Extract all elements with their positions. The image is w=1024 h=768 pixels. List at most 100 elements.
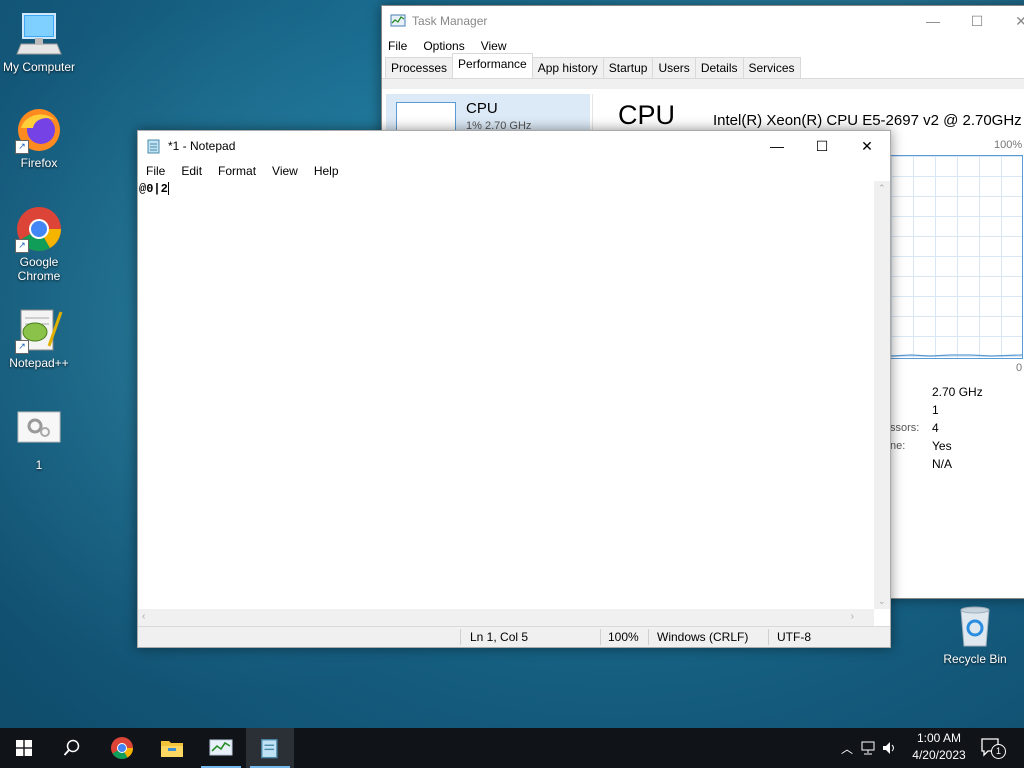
menu-view[interactable]: View [473,39,515,53]
perf-item-cpu[interactable]: CPU 1% 2.70 GHz [386,94,590,138]
notepad-window[interactable]: *1 - Notepad — ☐ ✕ File Edit Format View… [137,130,891,648]
notification-center-button[interactable]: 1 [980,737,1006,759]
graph-max-label: 100% [994,139,1023,151]
tab-startup[interactable]: Startup [602,57,654,78]
desktop-icon-label: My Computer [2,60,76,74]
close-button[interactable]: ✕ [844,131,890,161]
text-cursor [167,182,169,196]
shortcut-arrow-icon: ↗ [15,340,29,354]
search-button[interactable] [48,728,96,768]
notepad-statusbar: Ln 1, Col 5 100% Windows (CRLF) UTF-8 [138,626,890,647]
chrome-icon: ↗ [15,205,63,253]
stat-label-virtualization: ne: [890,440,906,452]
stat-value-l1-cache: N/A [932,457,953,471]
network-icon[interactable] [856,741,880,755]
shortcut-arrow-icon: ↗ [15,239,29,253]
notification-count-badge: 1 [991,744,1006,759]
desktop-icon-label: Notepad++ [9,356,69,370]
desktop-icon-label: 1 [35,458,43,472]
status-separator [768,629,769,645]
desktop-icon-label: Firefox [20,156,58,170]
taskbar-notepad[interactable] [246,728,294,768]
desktop-icon-label: Google Chrome [17,255,61,283]
menu-file[interactable]: File [138,164,173,178]
computer-icon [15,10,63,58]
close-button[interactable]: ✕ [998,6,1024,36]
search-icon [63,739,80,756]
desktop-icon-1[interactable]: 1 [0,408,78,472]
scroll-left-icon[interactable]: ‹ [142,611,145,622]
windows-logo-icon [16,740,32,756]
menu-file[interactable]: File [382,39,415,53]
stat-label-processors: ssors: [890,422,920,434]
status-separator [460,629,461,645]
tab-processes[interactable]: Processes [385,57,454,78]
taskbar-task-manager[interactable] [197,728,245,768]
clock[interactable]: 1:00 AM 4/20/2023 [906,731,972,762]
desktop-icon-recycle-bin[interactable]: Recycle Bin [936,602,1014,666]
task-manager-icon [390,13,406,29]
status-separator [600,629,601,645]
tab-users[interactable]: Users [652,57,696,78]
minimize-button[interactable]: — [754,131,800,161]
cpu-heading: CPU [618,100,676,130]
notepad-title: *1 - Notepad [168,139,236,153]
horizontal-scrollbar[interactable]: ‹ › [138,609,874,626]
tab-services[interactable]: Services [742,57,801,78]
shortcut-arrow-icon: ↗ [15,140,29,154]
vertical-scrollbar[interactable]: ⌃ ⌄ [874,181,890,609]
status-zoom: 100% [608,630,639,644]
settings-file-icon [15,408,63,456]
task-manager-titlebar[interactable]: Task Manager — ☐ ✕ [382,6,1024,36]
task-manager-tabs: Processes Performance App history Startu… [382,53,1024,79]
recycle-bin-icon [951,602,999,650]
desktop-icon-my-computer[interactable]: My Computer [0,10,78,74]
status-cursor-position: Ln 1, Col 5 [470,630,529,644]
task-manager-icon [209,739,233,756]
notepad-plus-plus-icon: ↗ [15,306,63,354]
stat-value-processors: 4 [932,421,939,435]
status-line-ending: Windows (CRLF) [657,630,749,644]
status-encoding: UTF-8 [777,630,811,644]
minimize-button[interactable]: — [910,6,956,36]
tab-details[interactable]: Details [694,57,744,78]
notepad-icon [261,739,278,759]
taskbar: ︿ 1:00 AM 4/20/2023 1 [0,728,1024,768]
task-manager-title: Task Manager [412,14,488,28]
menu-format[interactable]: Format [210,164,264,178]
desktop-icon-firefox[interactable]: ↗ Firefox [0,106,78,170]
status-separator [648,629,649,645]
scroll-up-icon[interactable]: ⌃ [878,183,886,194]
notepad-text-area[interactable]: @0|2 [138,181,874,609]
perf-item-label: CPU [466,100,498,117]
chevron-up-icon[interactable]: ︿ [838,740,856,757]
taskbar-file-explorer[interactable] [148,728,196,768]
maximize-button[interactable]: ☐ [954,6,1000,36]
system-tray: ︿ [838,728,900,768]
scroll-right-icon[interactable]: › [851,611,854,622]
maximize-button[interactable]: ☐ [799,131,845,161]
graph-min-label: 0 [1016,362,1023,374]
tab-app-history[interactable]: App history [531,57,604,78]
folder-icon [161,741,183,757]
stat-value-speed: 2.70 GHz [932,385,983,399]
scroll-down-icon[interactable]: ⌄ [878,596,886,607]
menu-help[interactable]: Help [306,164,347,178]
notepad-titlebar[interactable]: *1 - Notepad — ☐ ✕ [138,131,890,161]
menu-edit[interactable]: Edit [173,164,210,178]
desktop-icon-notepad-plus-plus[interactable]: ↗ Notepad++ [0,306,78,370]
taskbar-chrome[interactable] [98,728,146,768]
clock-time: 1:00 AM [916,731,962,745]
notepad-menubar: File Edit Format View Help [138,161,890,181]
desktop-icon-label: Recycle Bin [943,652,1007,666]
menu-view[interactable]: View [264,164,306,178]
menu-options[interactable]: Options [415,39,472,53]
cpu-model: Intel(R) Xeon(R) CPU E5-2697 v2 @ 2.70GH… [713,112,1022,129]
volume-icon[interactable] [880,741,900,755]
tab-performance[interactable]: Performance [452,53,533,78]
notepad-content: @0|2 [139,182,168,196]
firefox-icon: ↗ [15,106,63,154]
desktop-icon-google-chrome[interactable]: ↗ Google Chrome [0,205,78,283]
stat-value-virtualization: Yes [932,439,952,453]
start-button[interactable] [0,728,48,768]
